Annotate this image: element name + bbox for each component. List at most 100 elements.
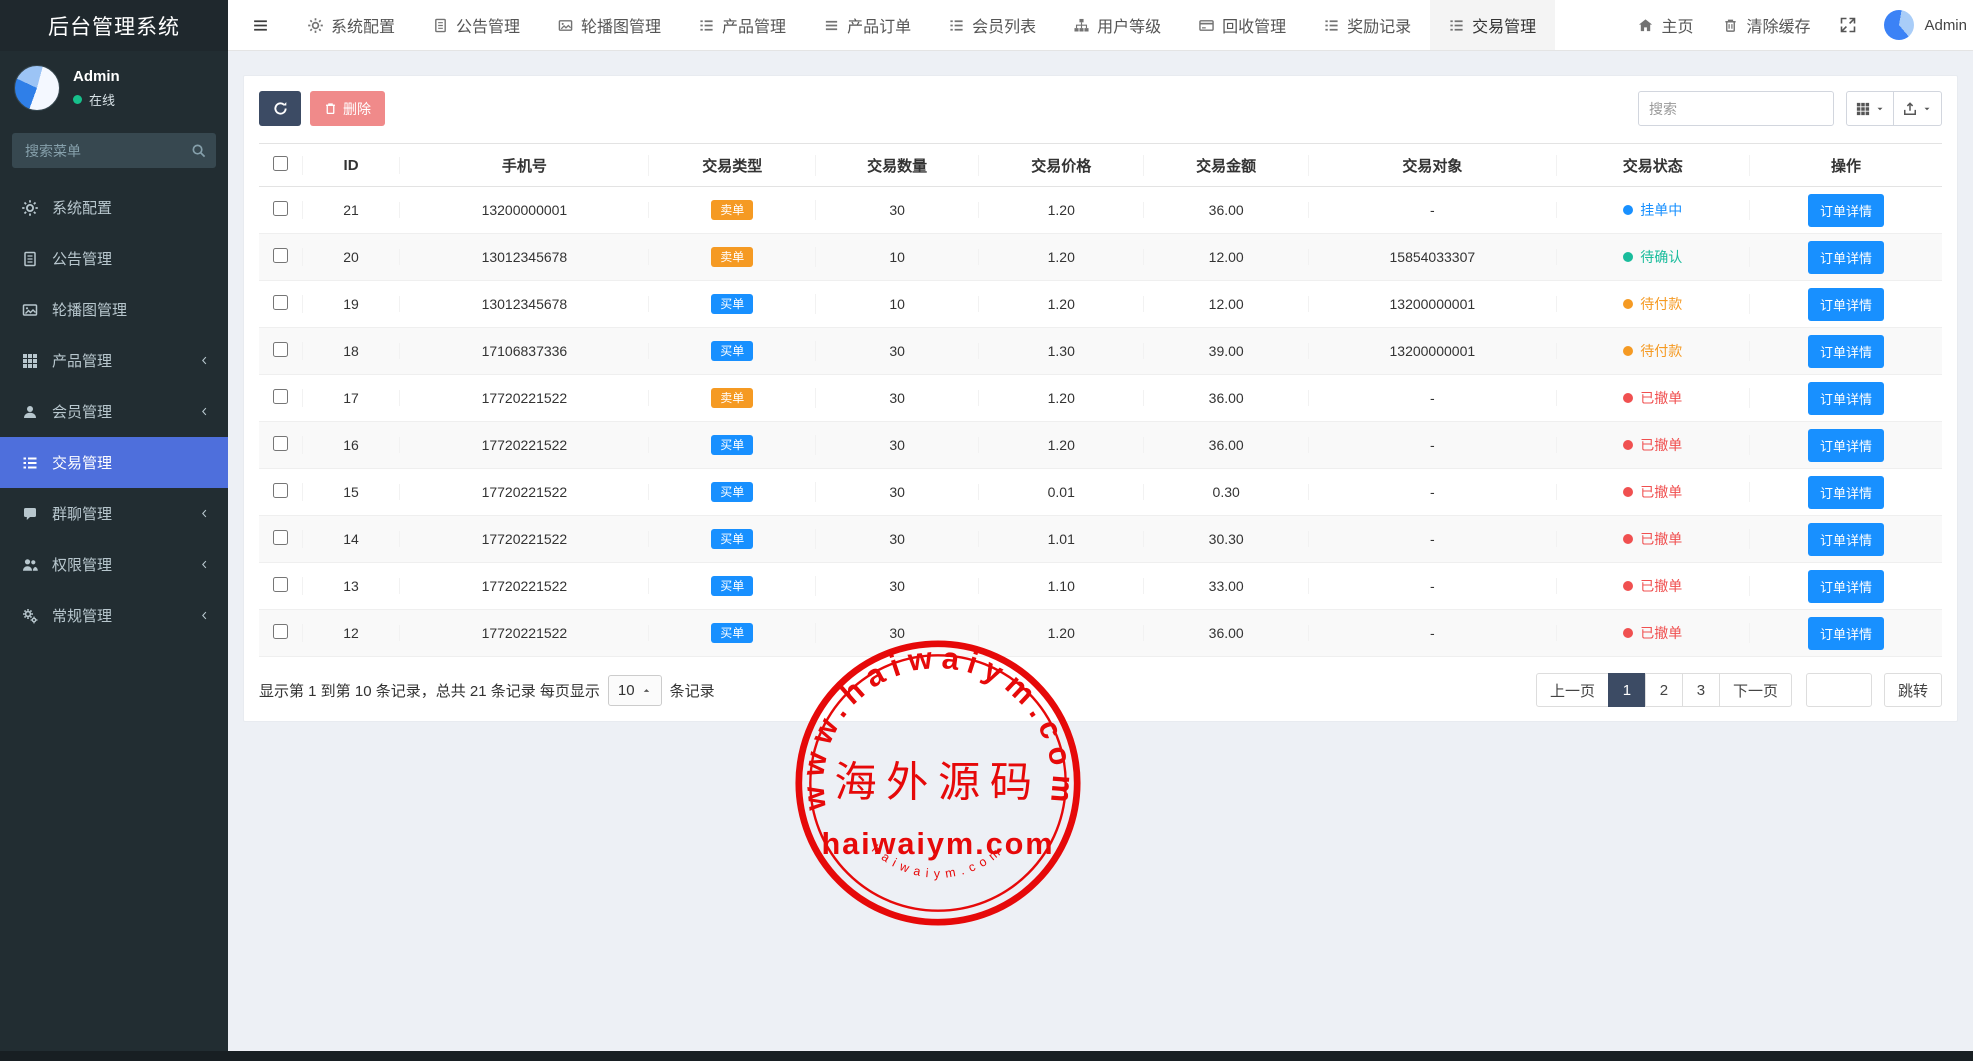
sidebar-item-5[interactable]: 交易管理 — [0, 437, 228, 488]
trade-type-badge: 买单 — [711, 294, 753, 314]
cell-id: 18 — [303, 343, 401, 359]
order-detail-button[interactable]: 订单详情 — [1808, 617, 1884, 650]
order-detail-button[interactable]: 订单详情 — [1808, 429, 1884, 462]
cell-price: 1.10 — [979, 578, 1144, 594]
cell-price: 1.01 — [979, 531, 1144, 547]
row-checkbox[interactable] — [273, 436, 288, 451]
page-button-1[interactable]: 1 — [1608, 673, 1646, 707]
page-button-2[interactable]: 2 — [1645, 673, 1683, 707]
sidebar-item-3[interactable]: 产品管理 — [0, 335, 228, 386]
row-checkbox[interactable] — [273, 577, 288, 592]
cell-quantity: 30 — [816, 202, 979, 218]
prev-page-button[interactable]: 上一页 — [1536, 673, 1609, 707]
sidebar-search-input[interactable] — [12, 133, 216, 168]
cell-amount: 12.00 — [1144, 249, 1309, 265]
fullscreen-button[interactable] — [1840, 17, 1856, 33]
tab-5[interactable]: 会员列表 — [930, 0, 1055, 50]
table-search-input[interactable] — [1638, 91, 1834, 126]
order-detail-button[interactable]: 订单详情 — [1808, 570, 1884, 603]
tab-2[interactable]: 轮播图管理 — [539, 0, 680, 50]
cell-amount: 36.00 — [1144, 625, 1309, 641]
row-checkbox[interactable] — [273, 295, 288, 310]
sidebar-item-1[interactable]: 公告管理 — [0, 233, 228, 284]
sidebar-item-7[interactable]: 权限管理 — [0, 539, 228, 590]
main-area: 系统配置公告管理轮播图管理产品管理产品订单会员列表用户等级回收管理 奖励记录交易管… — [228, 0, 1973, 1061]
search-icon[interactable] — [191, 143, 206, 158]
tab-8[interactable]: 奖励记录 — [1305, 0, 1430, 50]
row-checkbox[interactable] — [273, 530, 288, 545]
cell-quantity: 30 — [816, 625, 979, 641]
sidebar-item-6[interactable]: 群聊管理 — [0, 488, 228, 539]
tab-0[interactable]: 系统配置 — [289, 0, 414, 50]
jump-page-input[interactable] — [1806, 673, 1872, 707]
column-header: 交易状态 — [1557, 155, 1751, 176]
cell-amount: 30.30 — [1144, 531, 1309, 547]
cell-id: 16 — [303, 437, 401, 453]
table-toolbar: 删除 — [259, 91, 1942, 126]
row-checkbox[interactable] — [273, 248, 288, 263]
cell-price: 1.20 — [979, 296, 1144, 312]
trade-type-badge: 买单 — [711, 435, 753, 455]
order-detail-button[interactable]: 订单详情 — [1808, 523, 1884, 556]
tab-6[interactable]: 用户等级 — [1055, 0, 1180, 50]
jump-button[interactable]: 跳转 — [1884, 673, 1942, 707]
table-row: 1217720221522买单301.2036.00-已撤单订单详情 — [259, 610, 1942, 657]
order-detail-button[interactable]: 订单详情 — [1808, 335, 1884, 368]
tab-1[interactable]: 公告管理 — [414, 0, 539, 50]
sidebar-item-4[interactable]: 会员管理 — [0, 386, 228, 437]
refresh-button[interactable] — [259, 91, 301, 126]
trade-type-badge: 买单 — [711, 576, 753, 596]
column-header: ID — [303, 157, 401, 174]
cell-id: 12 — [303, 625, 401, 641]
tab-label: 奖励记录 — [1347, 13, 1411, 37]
row-checkbox[interactable] — [273, 624, 288, 639]
cell-quantity: 10 — [816, 249, 979, 265]
tab-3[interactable]: 产品管理 — [680, 0, 805, 50]
order-detail-button[interactable]: 订单详情 — [1808, 194, 1884, 227]
cell-price: 1.20 — [979, 249, 1144, 265]
row-checkbox[interactable] — [273, 201, 288, 216]
sidebar-item-0[interactable]: 系统配置 — [0, 182, 228, 233]
tab-4[interactable]: 产品订单 — [805, 0, 930, 50]
trade-type-badge: 卖单 — [711, 247, 753, 267]
tab-7[interactable]: 回收管理 — [1180, 0, 1305, 50]
users-icon — [22, 557, 38, 573]
sidebar-toggle-button[interactable] — [228, 0, 289, 50]
cell-target: - — [1309, 531, 1556, 547]
caret-down-icon — [1875, 104, 1885, 114]
export-button[interactable] — [1894, 91, 1942, 126]
home-icon — [1638, 18, 1653, 33]
row-checkbox[interactable] — [273, 342, 288, 357]
image-icon — [22, 302, 38, 318]
home-link[interactable]: 主页 — [1638, 13, 1693, 37]
page-size-select[interactable]: 10 — [608, 675, 662, 706]
chat-icon — [22, 506, 38, 522]
row-checkbox[interactable] — [273, 389, 288, 404]
columns-grid-icon — [1856, 102, 1870, 116]
trade-type-badge: 买单 — [711, 341, 753, 361]
navbar-username[interactable]: Admin — [1924, 17, 1969, 34]
clear-cache-link[interactable]: 清除缓存 — [1723, 13, 1810, 37]
sidebar-item-8[interactable]: 常规管理 — [0, 590, 228, 641]
sidebar-item-label: 群聊管理 — [52, 503, 112, 524]
status-dot-icon — [1623, 440, 1633, 450]
cell-price: 1.20 — [979, 625, 1144, 641]
navbar-avatar[interactable] — [1884, 10, 1914, 40]
file-icon — [433, 18, 448, 33]
delete-button[interactable]: 删除 — [310, 91, 385, 126]
order-detail-button[interactable]: 订单详情 — [1808, 288, 1884, 321]
pagination-bar: 显示第 1 到第 10 条记录，总共 21 条记录 每页显示 10 条记录 上一… — [259, 673, 1942, 707]
columns-toggle-button[interactable] — [1846, 91, 1894, 126]
image-icon — [558, 18, 573, 33]
page-button-3[interactable]: 3 — [1682, 673, 1720, 707]
order-detail-button[interactable]: 订单详情 — [1808, 382, 1884, 415]
cell-quantity: 30 — [816, 343, 979, 359]
sidebar-item-2[interactable]: 轮播图管理 — [0, 284, 228, 335]
caret-down-icon — [1922, 104, 1932, 114]
select-all-checkbox[interactable] — [273, 156, 288, 171]
order-detail-button[interactable]: 订单详情 — [1808, 476, 1884, 509]
tab-9[interactable]: 交易管理 — [1430, 0, 1555, 50]
next-page-button[interactable]: 下一页 — [1719, 673, 1792, 707]
order-detail-button[interactable]: 订单详情 — [1808, 241, 1884, 274]
row-checkbox[interactable] — [273, 483, 288, 498]
